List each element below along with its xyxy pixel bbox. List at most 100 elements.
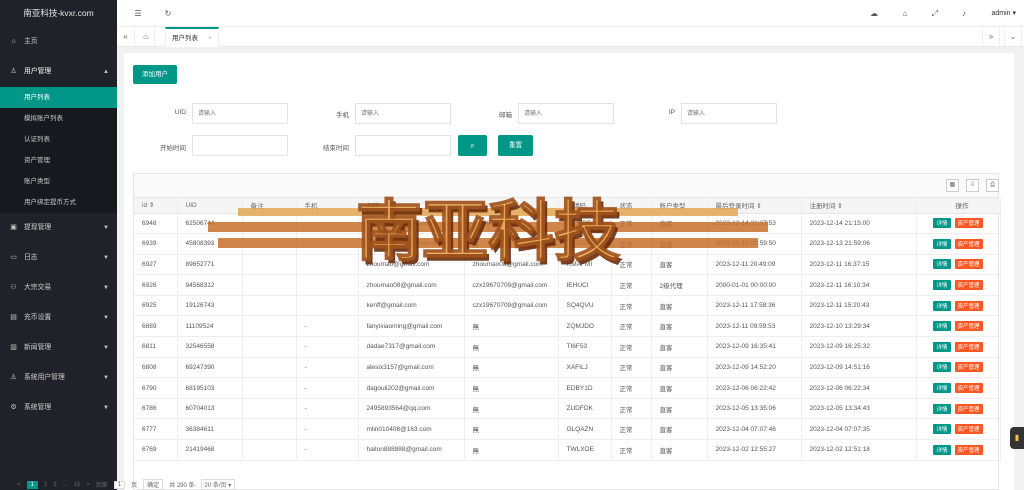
table-cell: 2023-12-11 09:59:53: [707, 315, 802, 338]
detail-button[interactable]: 详情: [933, 383, 951, 394]
sidebar-item-log[interactable]: ▭ 日志 ▼: [0, 243, 117, 273]
uid-input[interactable]: [192, 103, 288, 124]
page-button[interactable]: 15: [74, 482, 81, 488]
print-icon[interactable]: ⎙: [986, 179, 999, 192]
table-cell: zhoumao08@gmail.com: [358, 274, 465, 296]
detail-button[interactable]: 详情: [933, 362, 951, 373]
sidebar-subitem-assets[interactable]: 资产管理: [0, 150, 117, 171]
sidebar-item-trade[interactable]: ⚇ 大宗交易 ▼: [0, 273, 117, 303]
page-button-current[interactable]: 1: [26, 480, 38, 489]
column-header[interactable]: 最后登录时间 ⇕: [707, 198, 802, 214]
start-time-input[interactable]: [192, 135, 288, 156]
page-button[interactable]: 3: [53, 482, 56, 488]
asset-management-button[interactable]: 资产管理: [954, 280, 983, 291]
tab-menu-icon[interactable]: ⌄: [1004, 27, 1022, 47]
sidebar-subitem-demo-accounts[interactable]: 模拟账户列表: [0, 108, 117, 129]
detail-button[interactable]: 详情: [933, 341, 951, 352]
search-button[interactable]: ⌕: [458, 135, 487, 156]
side-drawer-handle[interactable]: ▮: [1010, 427, 1024, 449]
column-header[interactable]: 上级: [464, 198, 559, 214]
user-icon: ♙: [10, 68, 17, 75]
asset-management-button[interactable]: 资产管理: [954, 444, 983, 455]
asset-management-button[interactable]: 资产管理: [954, 218, 983, 229]
sidebar-subitem-withdraw-binding[interactable]: 用户绑定提币方式: [0, 192, 117, 213]
goto-confirm-button[interactable]: 确定: [143, 479, 164, 490]
close-icon[interactable]: ×: [208, 35, 212, 42]
column-header[interactable]: 备注: [242, 198, 297, 214]
sidebar-subitem-account-type[interactable]: 账户类型: [0, 171, 117, 192]
tab-scroll-left-icon[interactable]: «: [117, 27, 135, 47]
sidebar-item-withdraw[interactable]: ▣ 提现管理 ▼: [0, 213, 117, 243]
ip-input[interactable]: [681, 103, 777, 124]
tag-icon[interactable]: ⌂: [898, 0, 912, 27]
column-header[interactable]: 邀请码: [558, 198, 612, 214]
asset-management-button[interactable]: 资产管理: [954, 259, 983, 270]
table-row: 6939 45808393 ou.qiang0206@gmail.com 無 OPS2G…: [134, 233, 1001, 255]
columns-filter-icon[interactable]: ▦: [946, 179, 959, 192]
asset-management-button[interactable]: 资产管理: [954, 321, 983, 332]
tab-user-list[interactable]: 用户列表 ×: [165, 27, 219, 47]
sidebar-subitem-verification[interactable]: 认证列表: [0, 129, 117, 150]
column-header[interactable]: 账户类型: [651, 198, 708, 214]
asset-management-button[interactable]: 资产管理: [954, 341, 983, 352]
menu-toggle-icon[interactable]: ☰: [131, 0, 145, 27]
sidebar-item-recharge[interactable]: ▤ 充币设置 ▼: [0, 303, 117, 333]
tab-home-icon[interactable]: ⌂: [137, 27, 155, 47]
detail-button[interactable]: 详情: [933, 218, 951, 229]
column-header[interactable]: 手机: [296, 198, 359, 214]
detail-button[interactable]: 详情: [933, 280, 951, 291]
next-page-button[interactable]: >: [86, 482, 90, 488]
column-header[interactable]: UID: [177, 198, 243, 214]
admin-menu[interactable]: admin ▾: [991, 0, 1016, 27]
export-icon[interactable]: ⇩: [966, 179, 979, 192]
bell-icon[interactable]: ♪: [957, 0, 971, 27]
page-size-select[interactable]: 20 条/页 ▾: [200, 479, 236, 490]
detail-button[interactable]: 详情: [933, 300, 951, 311]
table-cell: czx19670709@gmail.com: [464, 295, 559, 317]
phone-input[interactable]: [355, 103, 451, 124]
table-row: 6925 19126743 kenff@gmail.com czx19670709@g…: [134, 295, 1001, 317]
email-input[interactable]: [518, 103, 614, 124]
row-actions: 详情 资产管理: [916, 418, 1001, 441]
fullscreen-icon[interactable]: ⤢: [928, 0, 942, 27]
asset-management-button[interactable]: 资产管理: [954, 300, 983, 311]
asset-management-button[interactable]: 资产管理: [954, 238, 983, 249]
table-cell: ou.qiang0206@gmail.com: [358, 233, 465, 255]
sidebar-subitem-user-list[interactable]: 用户列表: [0, 87, 117, 108]
refresh-icon[interactable]: ↻: [161, 0, 175, 27]
sidebar-item-user-management[interactable]: ♙ 用户管理 ▲: [0, 57, 117, 87]
asset-management-button[interactable]: 资产管理: [954, 424, 983, 435]
column-header[interactable]: id ⇕: [134, 198, 178, 214]
detail-button[interactable]: 详情: [933, 238, 951, 249]
sidebar-item-news[interactable]: ▥ 新闻管理 ▼: [0, 333, 117, 363]
theme-icon[interactable]: ☁: [867, 0, 881, 27]
tab-scroll-right-icon[interactable]: »: [982, 27, 1000, 47]
table-cell: 6948: [134, 213, 178, 235]
detail-button[interactable]: 详情: [933, 424, 951, 435]
goto-page-input[interactable]: 1: [113, 480, 126, 489]
column-header[interactable]: 邮箱: [358, 198, 465, 214]
sidebar-item-system-users[interactable]: ♙ 系统用户管理 ▼: [0, 363, 117, 393]
sidebar-item-system[interactable]: ⚙ 系统管理 ▼: [0, 393, 117, 423]
asset-management-button[interactable]: 资产管理: [954, 383, 983, 394]
sidebar-item-home[interactable]: ⌂ 主页: [0, 27, 117, 57]
detail-button[interactable]: 详情: [933, 321, 951, 332]
column-header[interactable]: 注册时间 ⇕: [801, 198, 917, 214]
table-cell: 正常: [611, 357, 652, 379]
page-button[interactable]: 2: [44, 482, 47, 488]
detail-button[interactable]: 详情: [933, 444, 951, 455]
detail-button[interactable]: 详情: [933, 259, 951, 270]
table-cell: RMAFMI: [558, 254, 612, 276]
column-header[interactable]: 操作: [916, 198, 1001, 214]
start-time-label: 开始时间: [160, 145, 186, 152]
chevron-down-icon: ▼: [103, 255, 109, 261]
table-toolbar: ▦ ⇩ ⎙: [134, 174, 999, 198]
prev-page-button[interactable]: <: [17, 482, 21, 488]
asset-management-button[interactable]: 资产管理: [954, 362, 983, 373]
reset-button[interactable]: 重置: [498, 135, 533, 156]
detail-button[interactable]: 详情: [933, 403, 951, 414]
asset-management-button[interactable]: 资产管理: [954, 403, 983, 414]
add-user-button[interactable]: 添加用户: [133, 65, 177, 84]
end-time-input[interactable]: [355, 135, 451, 156]
column-header[interactable]: 状态: [611, 198, 652, 214]
